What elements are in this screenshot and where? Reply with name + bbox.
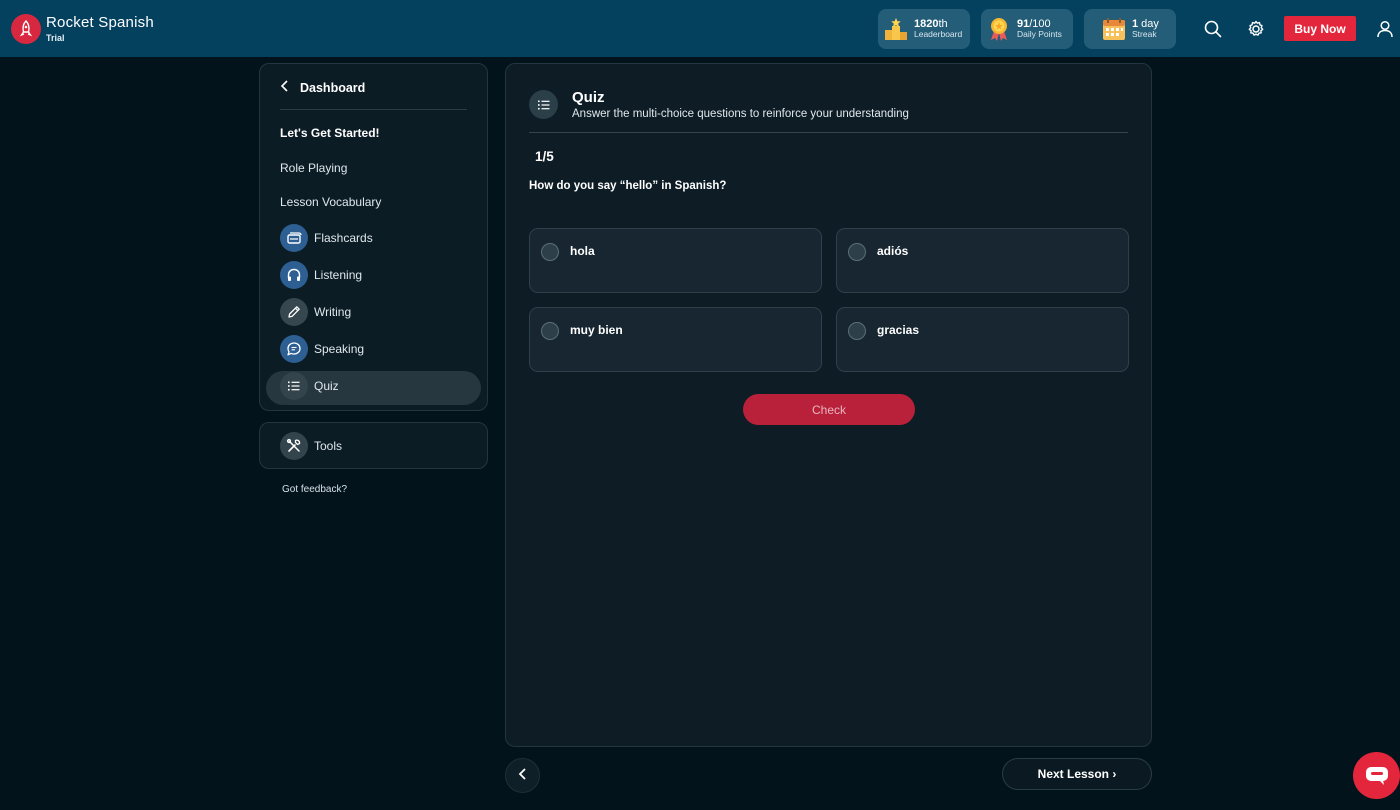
speech-bubble-icon (280, 335, 308, 363)
tools-icon (280, 432, 308, 460)
calendar-icon (1102, 17, 1126, 41)
sidebar-item-role-playing[interactable]: Role Playing (280, 161, 347, 175)
rocket-logo-icon[interactable] (11, 14, 41, 44)
list-icon (529, 90, 558, 119)
answer-option[interactable]: hola (529, 228, 822, 293)
sidebar-divider (280, 109, 467, 110)
chat-icon[interactable] (1353, 752, 1400, 799)
sidebar-item-listening[interactable]: Listening (280, 260, 362, 290)
page-title: Quiz (572, 89, 605, 106)
answer-option-label: adiós (877, 244, 909, 258)
answer-option-label: gracias (877, 323, 920, 337)
brand-subtitle: Trial (46, 33, 65, 43)
flashcards-label: Flashcards (314, 231, 373, 245)
daily-points-label: Daily Points (1017, 29, 1062, 40)
sidebar-item-writing[interactable]: Writing (280, 297, 351, 327)
quiz-divider (529, 132, 1128, 133)
quiz-card: Quiz Answer the multi-choice questions t… (505, 63, 1152, 747)
podium-icon (884, 17, 908, 41)
sidebar-item-speaking[interactable]: Speaking (280, 334, 364, 364)
answer-option[interactable]: muy bien (529, 307, 822, 372)
next-lesson-button[interactable]: Next Lesson › (1002, 758, 1152, 790)
leaderboard-label: Leaderboard (914, 29, 963, 40)
streak-label: Streak (1132, 29, 1157, 40)
check-button[interactable]: Check (743, 394, 915, 425)
daily-points-stat[interactable]: 91/100 Daily Points (981, 9, 1073, 49)
gear-icon[interactable] (1246, 19, 1266, 39)
lesson-sidebar: Dashboard Let's Get Started! Role Playin… (259, 63, 488, 411)
streak-suffix: day (1138, 17, 1159, 30)
leaderboard-suffix: th (938, 17, 948, 30)
sidebar-item-lesson-vocabulary[interactable]: Lesson Vocabulary (280, 195, 381, 209)
buy-now-button[interactable]: Buy Now (1284, 16, 1356, 41)
feedback-link[interactable]: Got feedback? (282, 484, 347, 495)
medal-icon (987, 17, 1011, 41)
answer-option-label: hola (570, 244, 595, 258)
listening-label: Listening (314, 268, 363, 282)
radio-button[interactable] (541, 243, 559, 261)
radio-button[interactable] (541, 322, 559, 340)
question-text: How do you say “hello” in Spanish? (529, 180, 727, 192)
quiz-label: Quiz (314, 379, 339, 393)
chevron-left-icon (280, 79, 290, 97)
pencil-icon (280, 298, 308, 326)
search-icon[interactable] (1203, 19, 1223, 39)
list-icon (280, 372, 308, 400)
tools-label: Tools (314, 439, 343, 453)
answer-option[interactable]: adiós (836, 228, 1129, 293)
leaderboard-value: 1820 (914, 17, 939, 30)
sidebar-item-lets-get-started[interactable]: Let's Get Started! (280, 126, 380, 140)
top-header: Rocket Spanish Trial 1820th Leaderboard (0, 0, 1400, 57)
daily-points-value: 91 (1017, 17, 1030, 30)
answer-option-label: muy bien (570, 323, 623, 337)
sidebar-item-flashcards[interactable]: Flashcards (280, 223, 373, 253)
radio-button[interactable] (848, 322, 866, 340)
chevron-left-icon (518, 767, 528, 785)
dashboard-label: Dashboard (300, 81, 366, 95)
question-progress: 1/5 (535, 149, 554, 164)
back-button[interactable] (505, 758, 540, 793)
speaking-label: Speaking (314, 342, 365, 356)
sidebar-item-tools[interactable]: Tools (280, 431, 342, 461)
writing-label: Writing (314, 305, 352, 319)
answer-option[interactable]: gracias (836, 307, 1129, 372)
streak-stat[interactable]: 1 day Streak (1084, 9, 1176, 49)
tools-card[interactable]: Tools (259, 422, 488, 469)
headphones-icon (280, 261, 308, 289)
flashcards-icon (280, 224, 308, 252)
daily-points-suffix: /100 (1029, 17, 1051, 30)
user-icon[interactable] (1375, 19, 1395, 39)
sidebar-item-quiz[interactable]: Quiz (280, 371, 339, 401)
leaderboard-stat[interactable]: 1820th Leaderboard (878, 9, 970, 49)
quiz-description: Answer the multi-choice questions to rei… (572, 108, 909, 120)
dashboard-link[interactable]: Dashboard (280, 78, 365, 98)
brand-name[interactable]: Rocket Spanish (46, 14, 154, 31)
radio-button[interactable] (848, 243, 866, 261)
